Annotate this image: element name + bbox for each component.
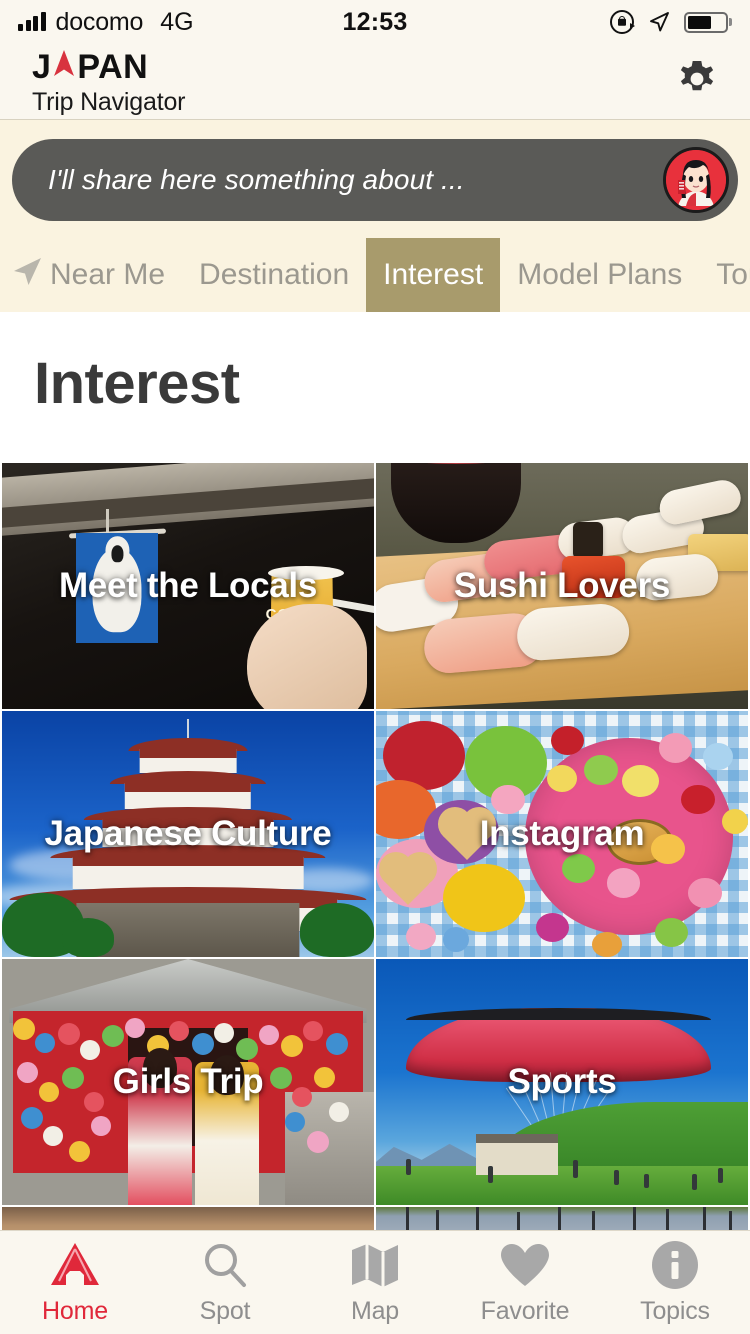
category-tile-japanese-culture[interactable]: Japanese Culture xyxy=(2,711,374,957)
heart-icon xyxy=(499,1239,551,1291)
bottom-nav-label: Favorite xyxy=(480,1297,570,1325)
tab-model-plans[interactable]: Model Plans xyxy=(500,238,699,312)
bottom-nav-item-topics[interactable]: Topics xyxy=(600,1239,750,1326)
app-header: J PAN Trip Navigator xyxy=(0,44,750,120)
tab-label: Interest xyxy=(383,258,484,291)
info-icon xyxy=(650,1239,700,1291)
bottom-nav-item-spot[interactable]: Spot xyxy=(150,1239,300,1326)
carrier-label: docomo xyxy=(55,7,144,36)
tile-label: Sports xyxy=(507,1062,617,1101)
red-navigation-arrow-icon xyxy=(52,49,76,85)
bottom-nav-label: Map xyxy=(350,1297,400,1325)
signal-bars-icon xyxy=(18,12,46,31)
category-tab-bar[interactable]: Near Me Destination Interest Model Plans… xyxy=(0,238,750,312)
tab-label: Near Me xyxy=(50,258,166,291)
interest-category-grid: COEDO Meet the Locals Sushi Lovers xyxy=(0,463,750,1243)
bottom-nav-label: Spot xyxy=(199,1297,251,1325)
location-arrow-icon xyxy=(10,254,44,296)
battery-icon xyxy=(683,11,732,33)
tile-label: Girls Trip xyxy=(112,1062,264,1101)
tab-label: Model Plans xyxy=(517,258,683,291)
status-bar-left: docomo 4G xyxy=(18,8,194,37)
map-icon xyxy=(350,1239,400,1291)
brand-subtitle: Trip Navigator xyxy=(32,87,186,116)
category-tile-sports[interactable]: Sports xyxy=(376,959,748,1205)
location-arrow-icon xyxy=(648,11,670,33)
tile-label: Meet the Locals xyxy=(58,566,318,605)
tab-interest[interactable]: Interest xyxy=(366,238,501,312)
share-input[interactable]: I'll share here something about ... xyxy=(12,139,738,221)
tab-tour[interactable]: Tour & xyxy=(699,238,750,312)
network-type-label: 4G xyxy=(160,7,194,36)
gear-icon xyxy=(673,55,721,108)
rotation-lock-icon xyxy=(609,10,635,34)
app-logo: J PAN Trip Navigator xyxy=(32,49,185,115)
bottom-nav-label: Topics xyxy=(640,1297,710,1325)
category-tile-instagram[interactable]: Instagram xyxy=(376,711,748,957)
share-placeholder: I'll share here something about ... xyxy=(48,164,465,195)
category-tabs: Near Me Destination Interest Model Plans… xyxy=(0,238,750,312)
page-title: Interest xyxy=(34,351,240,416)
settings-button[interactable] xyxy=(670,55,724,109)
category-tile-meet-the-locals[interactable]: COEDO Meet the Locals xyxy=(2,463,374,709)
share-bar-section: I'll share here something about ... xyxy=(0,120,750,238)
tile-label: Sushi Lovers xyxy=(453,566,671,605)
brand-prefix: J xyxy=(32,47,52,86)
avatar[interactable] xyxy=(663,147,729,213)
category-tile-sushi-lovers[interactable]: Sushi Lovers xyxy=(376,463,748,709)
bottom-nav-item-home[interactable]: Home xyxy=(0,1239,150,1326)
bottom-nav-item-map[interactable]: Map xyxy=(300,1239,450,1326)
tab-label: Tour & xyxy=(716,258,750,291)
page-title-area: Interest xyxy=(0,312,750,463)
bottom-navigation-bar[interactable]: Home Spot Map Favorite Topics xyxy=(0,1230,750,1334)
status-bar-right xyxy=(609,10,732,34)
tab-label: Destination xyxy=(199,258,350,291)
bottom-nav-label: Home xyxy=(42,1297,108,1325)
tab-near-me[interactable]: Near Me xyxy=(0,238,182,312)
brand-wordmark: J PAN xyxy=(32,49,185,85)
bottom-nav-item-favorite[interactable]: Favorite xyxy=(450,1239,600,1326)
search-icon xyxy=(200,1239,250,1291)
home-icon xyxy=(49,1239,101,1291)
status-bar: docomo 4G 12:53 xyxy=(0,0,750,44)
tab-destination[interactable]: Destination xyxy=(182,238,366,312)
brand-suffix: PAN xyxy=(77,47,149,86)
tile-label: Instagram xyxy=(479,814,645,853)
tile-label: Japanese Culture xyxy=(44,814,332,853)
category-tile-girls-trip[interactable]: Girls Trip xyxy=(2,959,374,1205)
